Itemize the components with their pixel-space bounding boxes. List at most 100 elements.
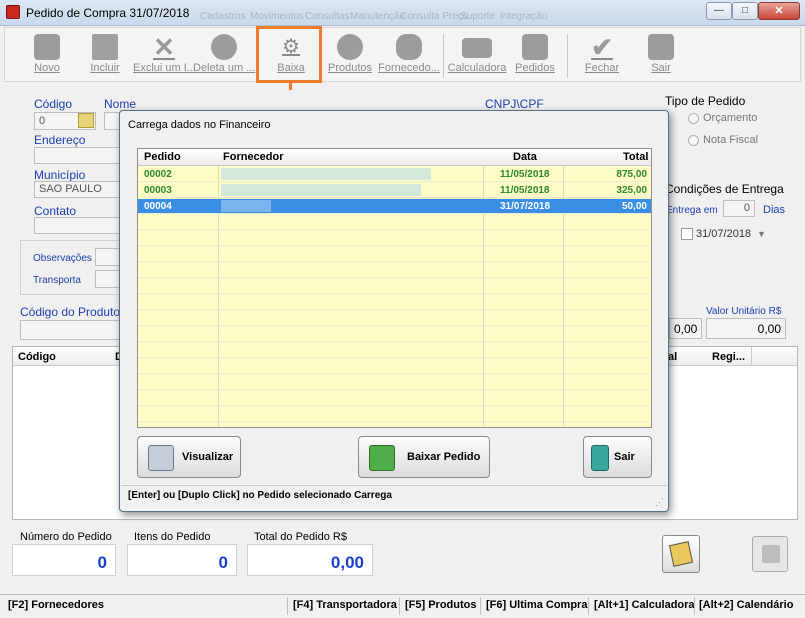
pedidos-grid-header: Pedido Fornecedor Data Total [138,149,651,166]
status-bar: [F2] Fornecedores [F4] Transportadora [F… [0,594,805,618]
toolbar-sair-button[interactable]: Sair [639,30,683,82]
menu-movimentos[interactable]: Movimentos [250,11,304,22]
row-pedido: 00003 [144,185,172,196]
col-pedido[interactable]: Pedido [144,151,181,163]
maximize-button[interactable]: □ [732,2,758,20]
cancel-icon [211,34,237,60]
date-dropdown-icon[interactable]: ▼ [757,229,766,239]
col-codigo[interactable]: Código [18,351,56,363]
cnpj-label: CNPJ\CPF [485,97,544,111]
contato-field[interactable] [34,217,120,234]
delete-x-icon: ✕ [153,32,175,62]
endereco-field[interactable] [34,147,120,164]
toolbar-deleta-button[interactable]: Deleta um ... [193,30,255,82]
pedido-row-selected[interactable]: 00004 31/07/2018 50,00 [138,199,651,214]
entrega-date-value[interactable]: 31/07/2018 [696,228,751,240]
col-regi[interactable]: Regi... [712,351,745,363]
suppliers-icon [396,34,422,60]
total-pedido-value: 0,00 [330,553,364,572]
dias-label: Dias [763,204,786,216]
printer-icon [148,445,174,471]
status-f6: [F6] Ultima Compra [486,599,588,611]
entrega-date-checkbox[interactable] [681,228,693,240]
row-total: 875,00 [616,169,647,180]
window-title: Pedido de Compra 31/07/2018 [26,6,190,20]
app-icon [6,5,20,19]
col-divider [751,347,752,366]
dialog-hint: [Enter] ou [Duplo Click] no Pedido selec… [128,490,392,501]
menu-integracao[interactable]: Integração [500,11,547,22]
valor-field-a[interactable]: 0,00 [669,318,702,339]
new-icon [34,34,60,60]
toolbar-calculadora-button[interactable]: Calculadora [447,30,507,82]
exit-door-icon [591,445,609,471]
redacted-fornecedor [221,184,421,196]
toolbar-fornecedores-button[interactable]: Fornecedo... [378,30,440,82]
col-data[interactable]: Data [513,151,537,163]
toolbar-novo-button[interactable]: Novo [25,30,69,82]
orcamento-radio[interactable] [688,113,699,124]
minimize-button[interactable]: — [706,2,732,20]
toolbar-produtos-button[interactable]: Produtos [325,30,375,82]
transporta-field[interactable] [95,270,120,288]
nome-field[interactable] [104,112,120,130]
toolbar-incluir-button[interactable]: Incluir [83,30,127,82]
menu-consulta-preco[interactable]: Consulta Preço [400,11,468,22]
products-icon [337,34,363,60]
status-alt1: [Alt+1] Calculadora [594,599,695,611]
visualizar-button[interactable]: Visualizar [137,436,241,478]
toolbar-fechar-button[interactable]: ✔ Fechar [579,30,625,82]
municipio-label: Município [34,168,86,182]
status-separator [287,597,288,615]
pedido-row[interactable]: 00002 11/05/2018 875,00 [138,167,651,182]
codigo-produto-field[interactable] [20,320,120,340]
visualizar-label: Visualizar [182,451,234,463]
floppy-disk-icon [762,545,780,563]
pedido-row[interactable]: 00003 11/05/2018 325,00 [138,183,651,198]
row-pedido: 00002 [144,169,172,180]
redacted-fornecedor [221,200,271,212]
carrega-financeiro-dialog: Carrega dados no Financeiro Pedido Forne… [119,110,669,512]
pedidos-grid[interactable]: Pedido Fornecedor Data Total 00002 11/05… [137,148,652,428]
valor-unitario-field[interactable]: 0,00 [706,318,786,339]
total-pedido-box: 0,00 [247,544,373,576]
resize-grip-icon[interactable]: ⋰ [655,497,664,508]
status-separator [399,597,400,615]
row-pedido: 00004 [144,201,172,212]
menu-manutencao[interactable]: Manutenção [350,11,405,22]
empty-row [138,375,651,390]
col-fornecedor[interactable]: Fornecedor [223,151,284,163]
observacoes-field[interactable] [95,248,120,266]
nota-fiscal-radio[interactable] [688,135,699,146]
toolbar-exclui-button[interactable]: ✕ Exclui um I... [133,30,196,82]
condicoes-entrega-label: Condições de Entrega [665,182,784,196]
menu-suporte[interactable]: Suporte [460,11,495,22]
save-disabled-button[interactable] [752,536,788,572]
col-al[interactable]: al [668,351,677,363]
itens-pedido-value: 0 [218,553,228,572]
edit-notes-button[interactable] [662,535,700,573]
sair-button[interactable]: Sair [583,436,652,478]
close-window-button[interactable]: ✕ [758,2,800,20]
empty-row [138,247,651,262]
search-icon[interactable] [78,113,94,128]
empty-row [138,263,651,278]
exit-door-icon [648,34,674,60]
contato-label: Contato [34,204,77,218]
menu-cadastros[interactable]: Cadastros [200,11,246,22]
valor-unitario-label: Valor Unitário R$ [706,306,782,317]
menu-consultas[interactable]: Consultas [305,11,349,22]
col-total[interactable]: Total [623,151,648,163]
municipio-field[interactable]: SAO PAULO [34,181,120,198]
row-data: 31/07/2018 [500,201,551,212]
empty-row [138,231,651,246]
entrega-dias-field[interactable]: 0 [723,200,755,217]
status-separator [480,597,481,615]
toolbar: Novo Incluir ✕ Exclui um I... Deleta um .… [4,27,801,82]
toolbar-pedidos-button[interactable]: Pedidos [511,30,559,82]
empty-row [138,359,651,374]
status-separator [588,597,589,615]
empty-row [138,215,651,230]
numero-pedido-box: 0 [12,544,116,576]
baixar-pedido-button[interactable]: Baixar Pedido [358,436,490,478]
